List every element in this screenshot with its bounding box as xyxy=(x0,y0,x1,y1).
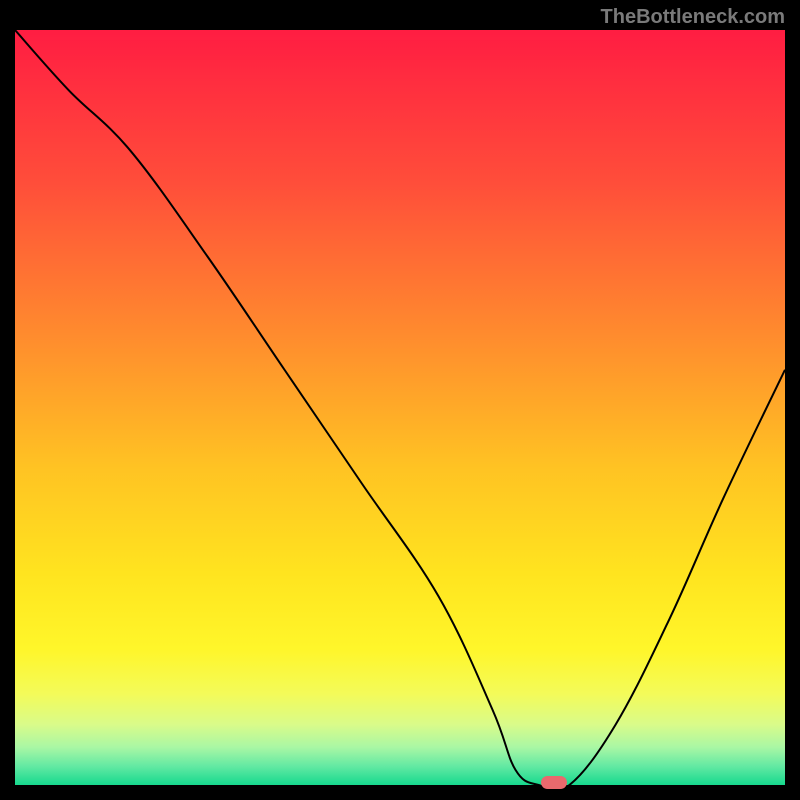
watermark-text: TheBottleneck.com xyxy=(601,6,785,29)
chart-container: TheBottleneck.com xyxy=(0,0,800,800)
optimal-marker xyxy=(541,776,567,789)
bottleneck-curve xyxy=(15,30,785,785)
plot-area xyxy=(15,30,785,785)
